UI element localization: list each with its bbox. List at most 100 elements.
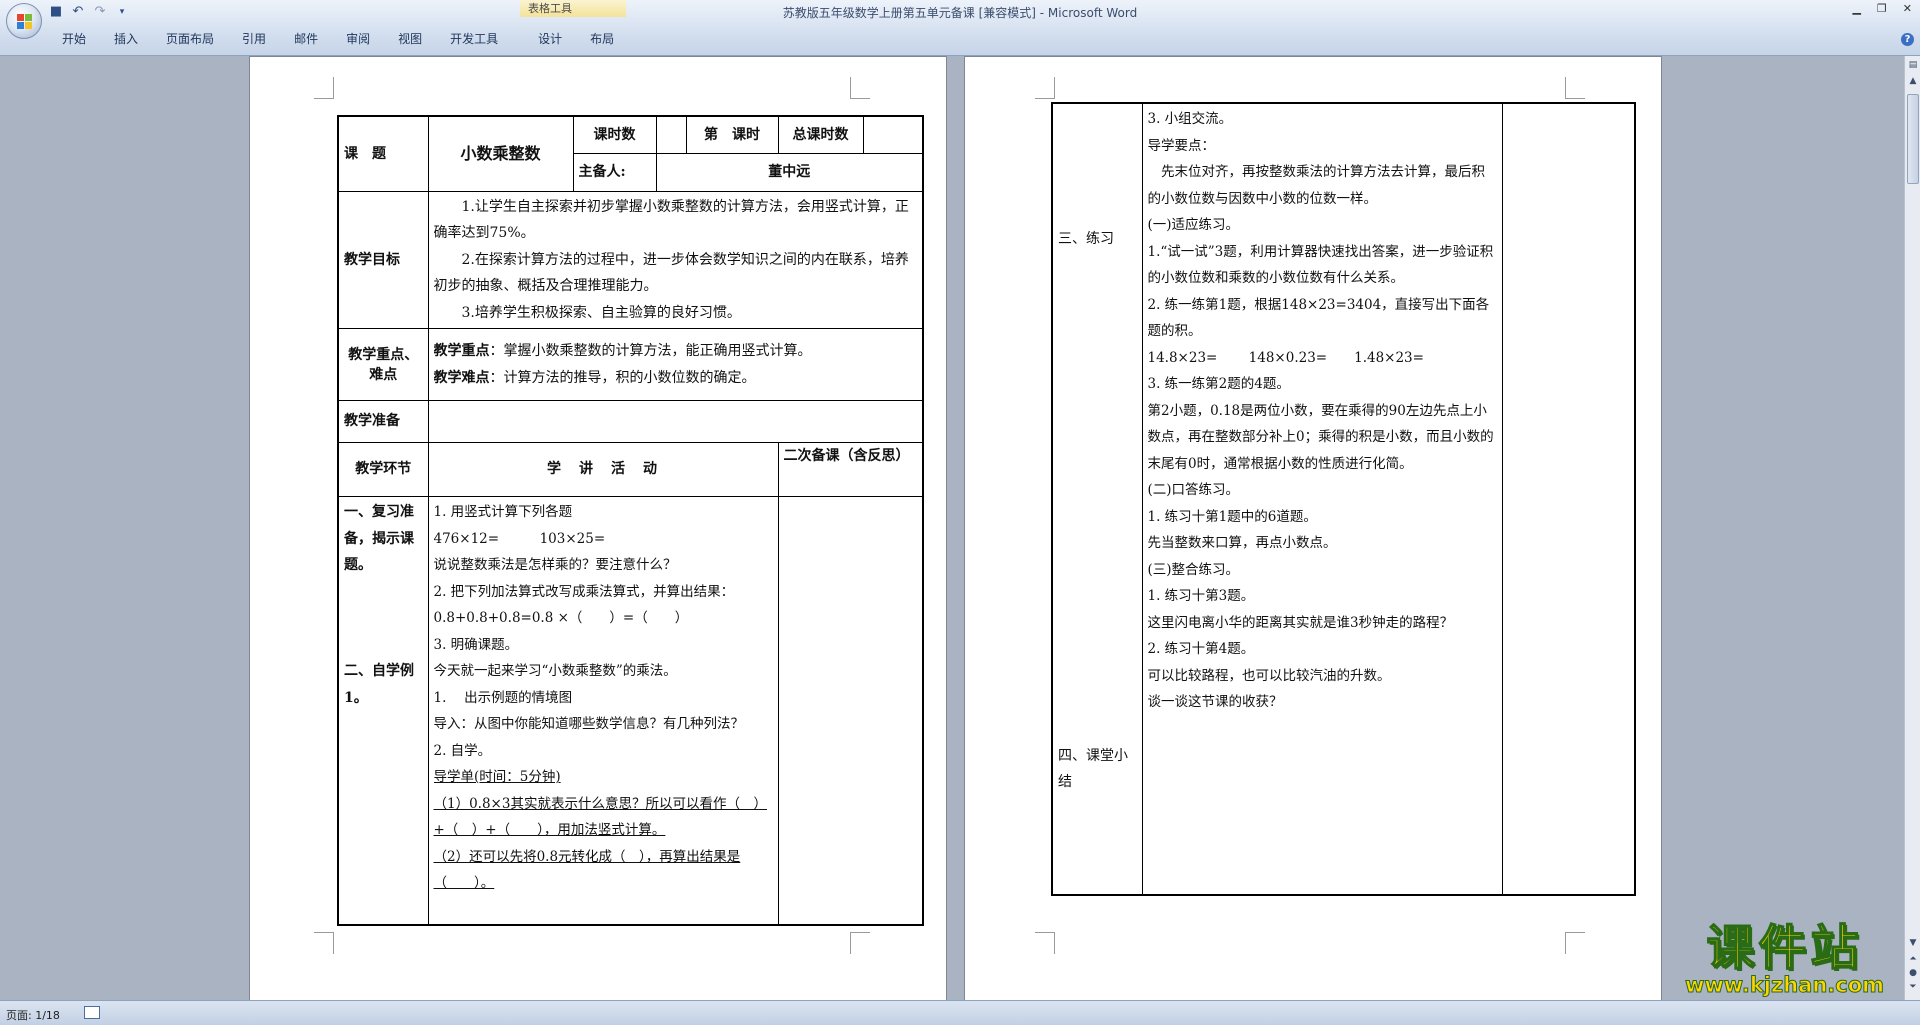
- preparer-value: 董中远: [655, 152, 924, 192]
- window-title: 苏教版五年级数学上册第五单元备课 [兼容模式] - Microsoft Word: [782, 6, 1138, 20]
- activity-line: 可以比较路程，也可以比较汽油的升数。: [1147, 667, 1391, 684]
- stage-4: 四、课堂小结: [1058, 747, 1128, 791]
- activity-line: 3. 练一练第2题的4题。: [1147, 376, 1290, 392]
- lesson-plan-table-page-1[interactable]: 课 题 小数乘整数 课时数 第 课时 总课时数 主备人: 董中远 教学目标 1.…: [337, 115, 924, 926]
- close-icon[interactable]: ✕: [1903, 2, 1912, 15]
- activity-line: 先当整数来口算，再点小数点。: [1147, 535, 1337, 551]
- activity-header: 学 讲 活 动: [427, 442, 779, 497]
- difficulty-text: ：计算方法的推导，积的小数位数的确定。: [489, 369, 756, 386]
- activity-line: 导入：从图中你能知道哪些数学信息？有几种列法？: [433, 716, 745, 732]
- ribbon-tabs: 开始 插入 页面布局 引用 邮件 审阅 视图 开发工具 设计 布局: [48, 29, 628, 49]
- stage-1: 一、复习准备，揭示课题。: [344, 504, 414, 573]
- activity-line: 2. 练习十第4题。: [1147, 641, 1255, 657]
- activity-line: 先末位对齐，再按整数乘法的计算方法去计算，最后积的小数位数与因数中小数的位数一样…: [1147, 164, 1486, 207]
- tab-mailings[interactable]: 邮件: [280, 29, 332, 49]
- activity-line: 3. 小组交流。: [1147, 111, 1233, 127]
- activity-line: 1. 练习十第1题中的6道题。: [1147, 508, 1317, 525]
- ruler-toggle-icon[interactable]: ▤: [1906, 58, 1920, 73]
- activity-line: 0.8+0.8+0.8=0.8 ×（ ）=（ ）: [433, 610, 689, 626]
- crop-mark: [1565, 932, 1585, 954]
- topic-label: 课 题: [337, 115, 429, 192]
- activity-line: 14.8×23= 148×0.23= 1.48×23=: [1147, 349, 1424, 366]
- period-value[interactable]: [655, 115, 687, 154]
- watermark-url: www.kjzhan.com: [1684, 973, 1885, 997]
- tab-layout[interactable]: 布局: [576, 29, 628, 49]
- activity-line: 谈一谈这节课的收获？: [1147, 694, 1283, 710]
- activity-line: 1. 出示例题的情境图: [433, 689, 573, 706]
- vertical-scrollbar[interactable]: ▤ ▲ ▼ ⏶ ● ⏷: [1904, 56, 1920, 1000]
- activity-line: 导学要点：: [1147, 137, 1216, 154]
- activity-line: 今天就一起来学习“小数乘整数”的乘法。: [433, 663, 677, 679]
- activity-line: (二)口答练习。: [1147, 482, 1240, 498]
- site-watermark: 课件站 www.kjzhan.com: [1667, 920, 1902, 997]
- crop-mark: [1035, 77, 1055, 99]
- page-indicator[interactable]: 页面: 1/18: [6, 1007, 60, 1023]
- activity-line: （1）0.8×3其实就表示什么意思？所以可以看作（ ）+（ ）+（ ），用加法竖…: [433, 795, 767, 839]
- tab-references[interactable]: 引用: [228, 29, 280, 49]
- goal-2: 2.在探索计算方法的过程中，进一步体会数学知识之间的内在联系，培养初步的抽象、概…: [433, 251, 909, 295]
- goal-3: 3.培养学生积极探索、自主验算的良好习惯。: [433, 304, 741, 321]
- help-icon[interactable]: ?: [1901, 33, 1914, 46]
- stage-column: 一、复习准备，揭示课题。 二、自学例1。: [337, 496, 429, 925]
- crop-mark: [314, 77, 334, 99]
- crop-mark: [850, 77, 870, 99]
- activity-line: 3. 明确课题。: [433, 636, 519, 653]
- tab-insert[interactable]: 插入: [100, 29, 152, 49]
- stage-3: 三、练习: [1058, 231, 1114, 247]
- goal-1: 1.让学生自主探索并初步掌握小数乘整数的计算方法，会用竖式计算，正确率达到75%…: [433, 198, 909, 242]
- goals-label: 教学目标: [337, 190, 429, 329]
- notes-header: 二次备课（含反思）: [777, 442, 924, 497]
- lesson-plan-table-page-2[interactable]: 三、练习 四、课堂小结 3. 小组交流。 导学要点： 先末位对齐，再按整数乘法的…: [1051, 102, 1636, 896]
- browse-object-icon[interactable]: ●: [1906, 966, 1920, 981]
- tab-view[interactable]: 视图: [384, 29, 436, 49]
- nth-period-label: 第 课时: [685, 115, 779, 154]
- total-periods-value[interactable]: [862, 115, 924, 154]
- proofing-icon[interactable]: [84, 1006, 100, 1019]
- keypoints-label: 教学重点、难点: [337, 328, 429, 401]
- crop-mark: [1035, 932, 1055, 954]
- minimize-icon[interactable]: ▁: [1852, 2, 1860, 15]
- previous-page-icon[interactable]: ⏶: [1906, 952, 1920, 967]
- watermark-text: 课件站: [1706, 920, 1863, 976]
- keypoint-text: ：掌握小数乘整数的计算方法，能正确用竖式计算。: [489, 343, 812, 359]
- prep-content[interactable]: [427, 400, 924, 443]
- activity-column: 1. 用竖式计算下列各题 476×12= 103×25= 说说整数乘法是怎样乘的…: [427, 496, 779, 925]
- activity-line: (三)整合练习。: [1147, 561, 1240, 578]
- tab-home[interactable]: 开始: [48, 29, 100, 49]
- stage-header: 教学环节: [337, 442, 429, 497]
- activity-line: 这里闪电离小华的距离其实就是谁3秒钟走的路程？: [1147, 614, 1454, 631]
- difficulty-label: 教学难点: [433, 369, 490, 386]
- notes-column[interactable]: [1501, 102, 1636, 896]
- scroll-down-icon[interactable]: ▼: [1906, 936, 1920, 951]
- activity-line: 2. 自学。: [433, 742, 492, 759]
- tab-page-layout[interactable]: 页面布局: [152, 29, 228, 49]
- tab-developer[interactable]: 开发工具: [436, 29, 512, 49]
- activity-column: 3. 小组交流。 导学要点： 先末位对齐，再按整数乘法的计算方法去计算，最后积的…: [1141, 102, 1503, 896]
- prep-label: 教学准备: [337, 400, 429, 443]
- scrollbar-thumb[interactable]: [1907, 94, 1919, 184]
- activity-line: 2. 练一练第1题，根据148×23=3404，直接写出下面各题的积。: [1147, 296, 1490, 340]
- activity-line: （2）还可以先将0.8元转化成（ ），再算出结果是（ ）。: [433, 848, 741, 892]
- next-page-icon[interactable]: ⏷: [1906, 980, 1920, 995]
- activity-line: 第2小题，0.18是两位小数，要在乘得的90左边先点上小数点，再在整数部分补上0…: [1147, 402, 1494, 472]
- stage-column: 三、练习 四、课堂小结: [1051, 102, 1143, 896]
- crop-mark: [314, 932, 334, 954]
- activity-line: 2. 把下列加法算式改写成乘法算式，并算出结果：: [433, 583, 735, 600]
- activity-line: (一)适应练习。: [1147, 217, 1240, 233]
- stage-2: 二、自学例1。: [344, 663, 414, 706]
- status-bar: 页面: 1/18: [0, 1000, 1920, 1025]
- crop-mark: [1565, 77, 1585, 99]
- goals-content: 1.让学生自主探索并初步掌握小数乘整数的计算方法，会用竖式计算，正确率达到75%…: [427, 190, 924, 329]
- keypoint-label: 教学重点: [433, 343, 490, 359]
- window-controls: ▁ ❐ ✕: [1852, 2, 1912, 15]
- scroll-up-icon[interactable]: ▲: [1906, 74, 1920, 89]
- restore-icon[interactable]: ❐: [1877, 2, 1887, 15]
- tab-review[interactable]: 审阅: [332, 29, 384, 49]
- activity-line: 1.“试一试”3题，利用计算器快速找出答案，进一步验证积的小数位数和乘数的小数位…: [1147, 243, 1494, 287]
- topic-value: 小数乘整数: [427, 115, 574, 192]
- preparer-label: 主备人:: [572, 152, 657, 192]
- notes-column[interactable]: [777, 496, 924, 925]
- activity-line: 1. 用竖式计算下列各题: [433, 504, 573, 520]
- total-periods-label: 总课时数: [777, 115, 864, 154]
- tab-design[interactable]: 设计: [524, 29, 576, 49]
